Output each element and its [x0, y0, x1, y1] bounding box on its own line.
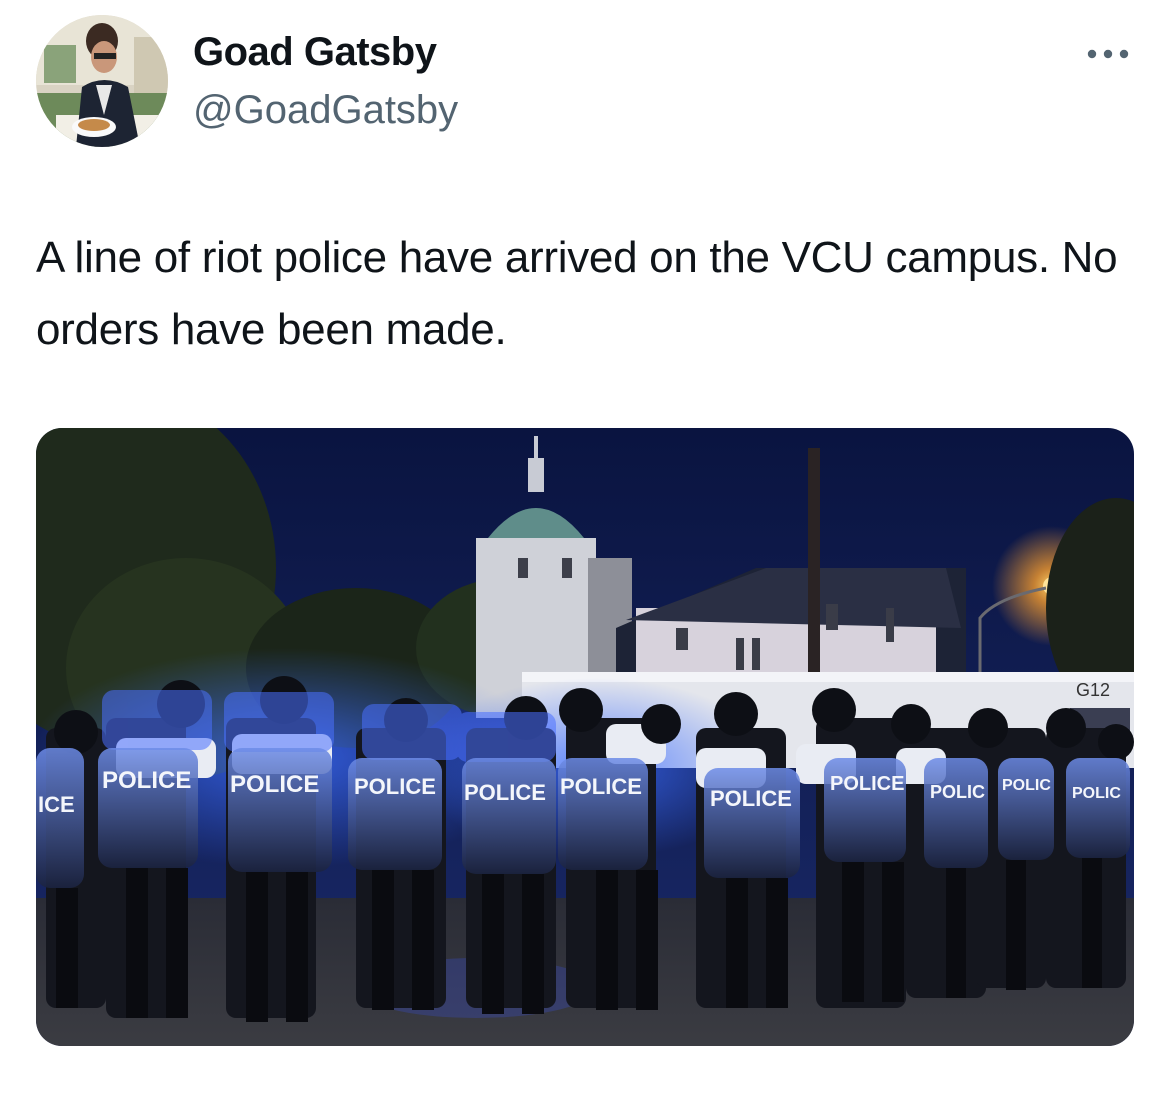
- shield-label: POLICE: [464, 780, 546, 805]
- avatar-image: [36, 15, 168, 147]
- more-horizontal-icon: [1087, 49, 1129, 59]
- tweet-media-photo[interactable]: G12 ICE POLICE POLICE POLICE POLICE POLI…: [36, 428, 1134, 1046]
- shield-label: POLICE: [710, 786, 792, 811]
- shield-label: ICE: [38, 792, 75, 817]
- tweet-text: A line of riot police have arrived on th…: [36, 233, 1118, 354]
- riot-police-photo: G12 ICE POLICE POLICE POLICE POLICE POLI…: [36, 428, 1134, 1046]
- author-handle[interactable]: @GoadGatsby: [193, 88, 458, 133]
- shield-label: POLIC: [1002, 777, 1051, 794]
- bus-number-label: G12: [1076, 680, 1110, 700]
- shield-label: POLICE: [560, 774, 642, 799]
- shield-label: POLICE: [230, 771, 319, 798]
- shield-label: POLICE: [354, 774, 436, 799]
- author-avatar[interactable]: [36, 15, 168, 147]
- shield-label: POLIC: [1072, 785, 1121, 802]
- shield-label: POLICE: [830, 773, 904, 795]
- more-options-button[interactable]: [1082, 36, 1134, 72]
- author-display-name[interactable]: Goad Gatsby: [193, 30, 437, 75]
- shield-label: POLIC: [930, 782, 985, 802]
- shield-label: POLICE: [102, 767, 191, 794]
